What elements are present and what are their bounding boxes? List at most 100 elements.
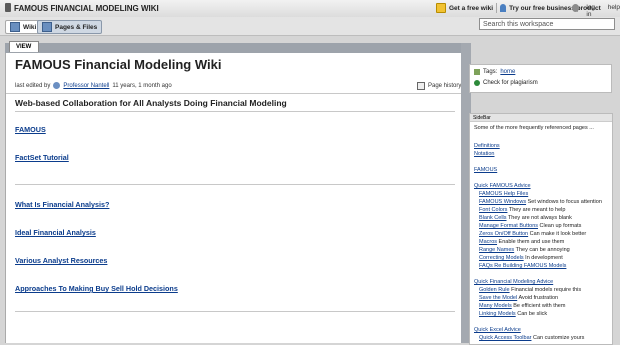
tab-pages-files[interactable]: Pages & Files	[37, 20, 103, 34]
sidebar-item-link[interactable]: Notation	[474, 151, 495, 157]
sidebar-item-link[interactable]: FAQs Re Building FAMOUS Models	[479, 263, 566, 269]
link-various-analyst-resources[interactable]: Various Analyst Resources	[15, 256, 107, 265]
wiki-icon	[10, 22, 20, 32]
editor-link[interactable]: Professor Nantell	[63, 83, 109, 89]
sidebar-item-link[interactable]: FAMOUS Help Files	[479, 191, 528, 197]
sidebar-item: Manage Format Buttons Clean up formats	[479, 223, 581, 229]
link-ideal-financial-analysis[interactable]: Ideal Financial Analysis	[15, 228, 96, 237]
plagiarism-link[interactable]: Check for plagiarism	[483, 80, 538, 86]
tags-label: Tags:	[483, 69, 498, 75]
workspace-logo-icon	[5, 3, 11, 12]
page-history[interactable]: Page history	[417, 82, 461, 90]
page-history-label: Page history	[428, 83, 462, 89]
sidebar-item: Notation	[474, 151, 495, 157]
sidebar-item: Quick Access Toolbar Can customize yours	[479, 335, 584, 341]
sidebar-item: Golden Rule Financial models require thi…	[479, 287, 581, 293]
sidebar-item-desc: Can customize yours	[531, 335, 585, 341]
sidebar-item: Blank Cells They are not always blank	[479, 215, 572, 221]
sidebar-item: FAMOUS	[474, 167, 497, 173]
link-famous[interactable]: FAMOUS	[15, 125, 46, 134]
user-icon	[572, 4, 580, 12]
sidebar-item-link[interactable]: Zeros On/Off Button	[479, 231, 528, 237]
get-free-wiki-link[interactable]: Get a free wiki	[449, 5, 493, 12]
last-edited-line: last edited by Professor Nantell 11 year…	[15, 82, 172, 89]
sidebar-item: FAQs Re Building FAMOUS Models	[479, 263, 566, 269]
help-link[interactable]: help	[608, 4, 620, 18]
sidebar-item: Linking Models Can be slick	[479, 311, 547, 317]
sidebar-item-link[interactable]: Golden Rule	[479, 287, 510, 293]
check-icon	[474, 80, 480, 86]
sidebar-item-desc: They are meant to help	[507, 207, 566, 213]
sidebar-item: Save the Model Avoid frustration	[479, 295, 558, 301]
sidebar-item: FAMOUS Windows Set windows to focus atte…	[479, 199, 602, 205]
sidebar-item-desc: Set windows to focus attention	[526, 199, 602, 205]
tags-row: Tags: home	[474, 69, 515, 75]
sidebar-item-link[interactable]: Save the Model	[479, 295, 517, 301]
tag-icon	[474, 69, 480, 75]
sidebar-item-link[interactable]: Many Models	[479, 303, 512, 309]
sidebar-item-desc: Can be slick	[515, 311, 548, 317]
sidebar-heading: SideBar	[470, 114, 612, 122]
sidebar-item-desc: Can make it look better	[528, 231, 587, 237]
sidebar-item: Definitions	[474, 143, 500, 149]
horizontal-rule	[15, 311, 455, 312]
plagiarism-row[interactable]: Check for plagiarism	[474, 80, 538, 86]
gift-icon	[436, 3, 446, 13]
page-title: FAMOUS Financial Modeling Wiki	[15, 57, 222, 72]
sidebar-item-link[interactable]: Range Names	[479, 247, 514, 253]
sidebar-item: Macros Enable them and use them	[479, 239, 564, 245]
tab-wiki[interactable]: Wiki	[5, 20, 42, 34]
tab-pages-label: Pages & Files	[55, 23, 98, 31]
promo-divider	[496, 3, 498, 13]
workspace-title[interactable]: FAMOUS FINANCIAL MODELING WIKI	[14, 4, 159, 13]
sidebar-item-desc: Be efficient with them	[511, 303, 566, 309]
pages-icon	[42, 22, 52, 32]
sidebar-item-link[interactable]: FAMOUS	[474, 167, 497, 173]
link-what-is-financial-analysis[interactable]: What Is Financial Analysis?	[15, 200, 109, 209]
sidebar-item-link[interactable]: Correcting Models	[479, 255, 524, 261]
tab-wiki-label: Wiki	[23, 23, 37, 31]
sidebar-item-desc: In development	[523, 255, 563, 261]
sidebar-item: Correcting Models In development	[479, 255, 563, 261]
link-buy-sell-hold[interactable]: Approaches To Making Buy Sell Hold Decis…	[15, 284, 178, 293]
sidebar-item: Many Models Be efficient with them	[479, 303, 565, 309]
sidebar-item-link[interactable]: Quick Access Toolbar	[479, 335, 531, 341]
sidebar-item: Zeros On/Off Button Can make it look bet…	[479, 231, 586, 237]
sidebar-item-link[interactable]: Linking Models	[479, 311, 516, 317]
sidebar-item: Font Colors They are meant to help	[479, 207, 565, 213]
view-bar: VIEW	[5, 41, 461, 53]
sidebar-item-link[interactable]: Font Colors	[479, 207, 507, 213]
sidebar-item: Quick Excel Advice	[474, 327, 521, 333]
sidebar-item: Quick FAMOUS Advice	[474, 183, 531, 189]
sidebar-item-desc: They can be annoying	[514, 247, 570, 253]
login-link[interactable]: log in	[586, 4, 600, 18]
sidebar-item-link[interactable]: FAMOUS Windows	[479, 199, 526, 205]
title-divider	[6, 93, 462, 94]
page-content: FAMOUS Financial Modeling Wiki last edit…	[5, 53, 462, 343]
sidebar-item-link[interactable]: Definitions	[474, 143, 500, 149]
sidebar-item-link[interactable]: Quick Financial Modeling Advice	[474, 279, 553, 285]
sidebar-item-link[interactable]: Blank Cells	[479, 215, 507, 221]
sidebar-item: FAMOUS Help Files	[479, 191, 528, 197]
sidebar-item-link[interactable]: Quick FAMOUS Advice	[474, 183, 531, 189]
sidebar-item: Range Names They can be annoying	[479, 247, 570, 253]
horizontal-rule	[15, 111, 455, 112]
tab-view[interactable]: VIEW	[9, 41, 39, 52]
last-edited-prefix: last edited by	[15, 82, 51, 89]
top-bar: FAMOUS FINANCIAL MODELING WIKI Get a fre…	[0, 0, 620, 18]
sidebar-item-desc: Avoid frustration	[517, 295, 559, 301]
link-factset-tutorial[interactable]: FactSet Tutorial	[15, 153, 69, 162]
tags-box: Tags: home Check for plagiarism	[469, 64, 612, 93]
sidebar-item-link[interactable]: Manage Format Buttons	[479, 223, 538, 229]
sidebar-item-desc: Clean up formats	[538, 223, 582, 229]
tag-home-link[interactable]: home	[500, 69, 515, 75]
horizontal-rule	[15, 184, 455, 185]
sidebar-item-link[interactable]: Quick Excel Advice	[474, 327, 521, 333]
sidebar-item-desc: Financial models require this	[509, 287, 582, 293]
sidebar: SideBar Some of the more frequently refe…	[469, 113, 613, 345]
sidebar-item-desc: They are not always blank	[506, 215, 572, 221]
search-input[interactable]: Search this workspace	[479, 18, 615, 30]
sidebar-item-link[interactable]: Macros	[479, 239, 497, 245]
page-subtitle: Web-based Collaboration for All Analysts…	[15, 98, 287, 108]
history-icon	[417, 82, 425, 90]
